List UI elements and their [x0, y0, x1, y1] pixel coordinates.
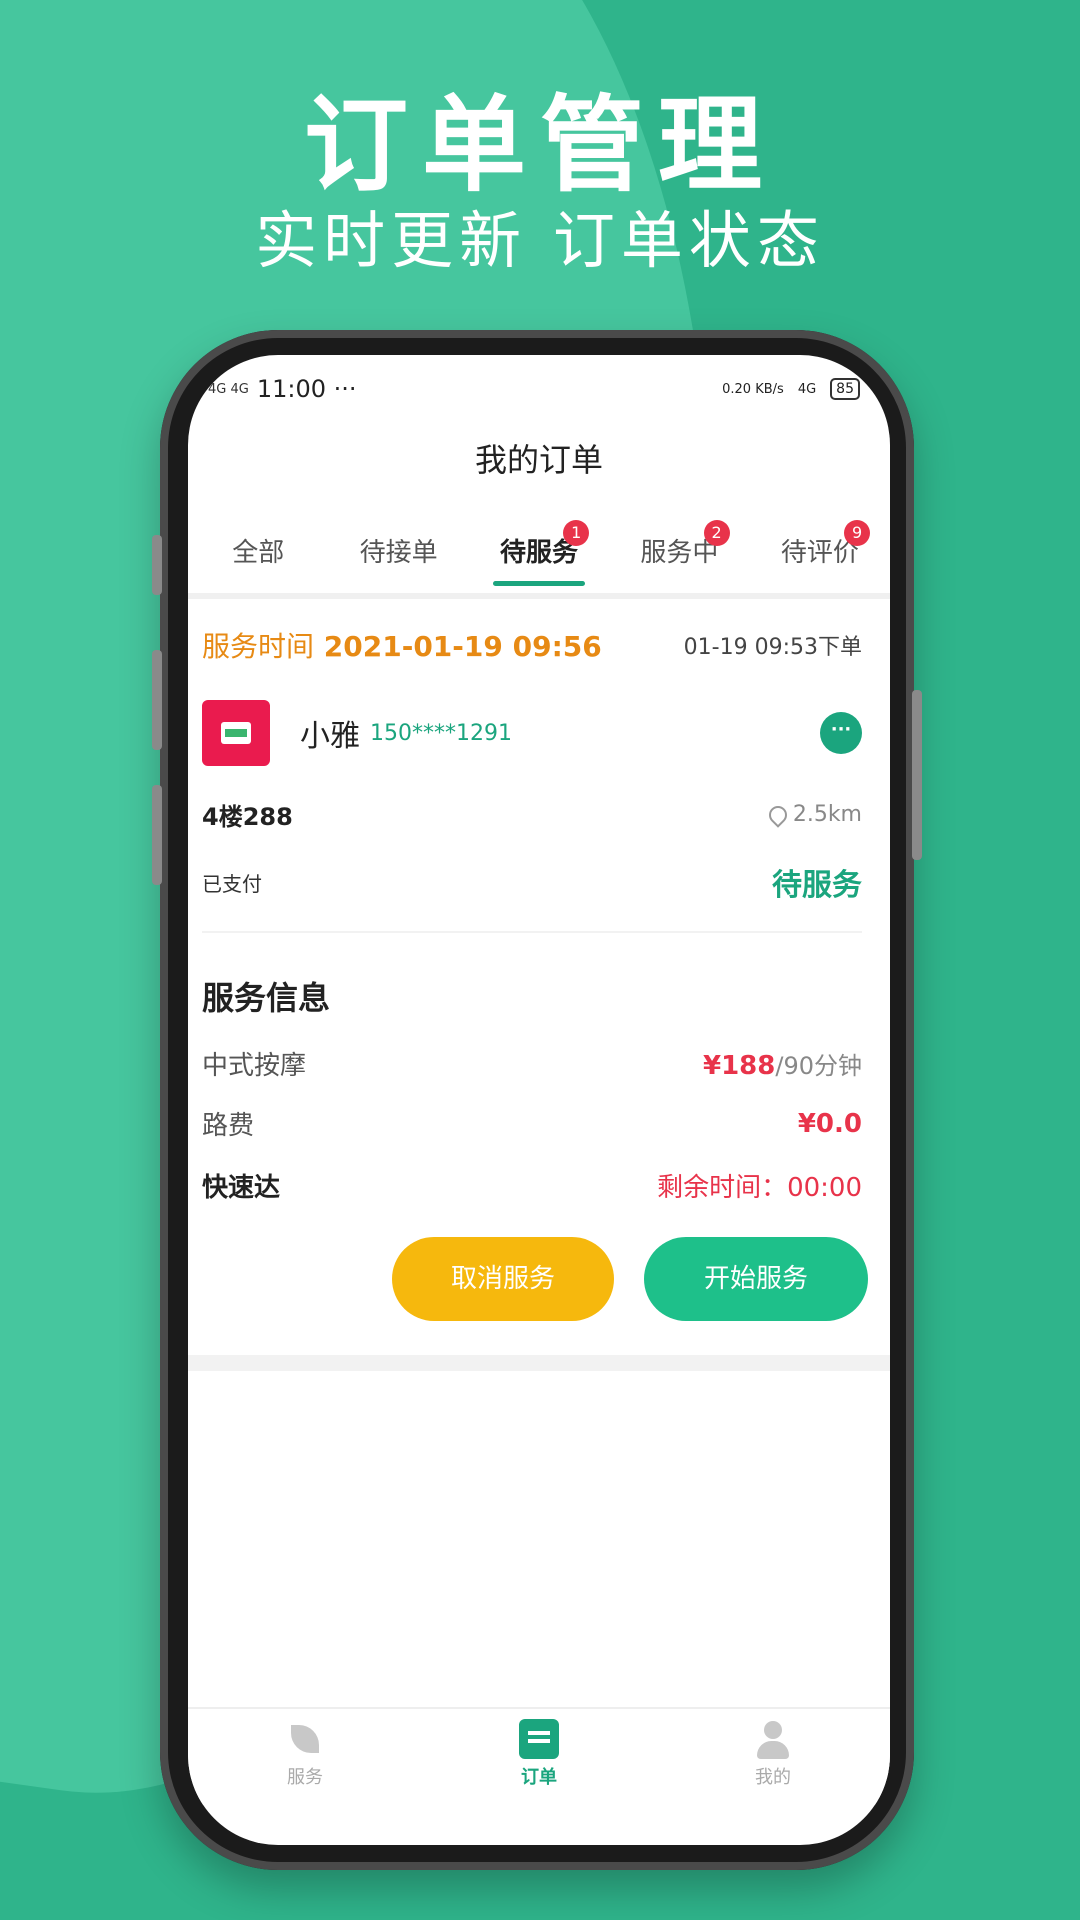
customer-phone[interactable]: 150****1291 — [370, 721, 512, 746]
phone-screen: 4G 4G 11:00 ··· 0.20 KB/s 4G 85 我的订单 全部 … — [188, 355, 890, 1845]
action-buttons: 取消服务 开始服务 — [188, 1237, 890, 1327]
order-tabs: 全部 待接单 待服务 1 服务中 2 待评价 9 — [188, 520, 890, 590]
bottom-nav: 服务 订单 我的 — [188, 1707, 890, 1805]
order-status: 待服务 — [772, 868, 862, 903]
battery-icon: 85 — [830, 378, 860, 400]
start-service-button[interactable]: 开始服务 — [644, 1237, 868, 1321]
nav-label: 订单 — [521, 1767, 557, 1788]
nav-item-service[interactable]: 服务 — [188, 1709, 422, 1805]
tab-pending-accept[interactable]: 待接单 — [328, 520, 468, 590]
tab-all[interactable]: 全部 — [188, 520, 328, 590]
order-placed-time: 01-19 09:53下单 — [683, 635, 862, 660]
tab-badge: 9 — [844, 520, 871, 546]
network-type: 4G — [797, 381, 817, 397]
express-label: 快速达 — [202, 1173, 281, 1203]
express-row: 快速达 剩余时间：00:00 — [202, 1167, 862, 1204]
phone-volume-down-button — [152, 785, 162, 885]
price-unit: /90分钟 — [775, 1052, 862, 1080]
page-title: 我的订单 — [474, 441, 603, 479]
distance-value: 2.5km — [792, 802, 862, 827]
nav-label: 服务 — [287, 1767, 323, 1788]
service-time-value: 2021-01-19 09:56 — [323, 630, 602, 663]
service-info-title: 服务信息 — [202, 979, 331, 1017]
order-card[interactable]: 服务时间 2021-01-19 09:56 01-19 09:53下单 小雅 1… — [188, 605, 890, 1215]
status-right: 0.20 KB/s 4G 85 — [722, 378, 860, 400]
tab-label: 待评价 — [780, 538, 859, 568]
tab-divider — [188, 593, 890, 599]
service-time-label: 服务时间 — [202, 630, 315, 663]
cancel-service-button[interactable]: 取消服务 — [392, 1237, 614, 1321]
tab-label: 服务中 — [640, 538, 719, 568]
promo-subtitle: 实时更新 订单状态 — [255, 204, 825, 277]
tab-label: 全部 — [232, 538, 285, 568]
active-tab-indicator — [493, 581, 586, 586]
service-time: 服务时间 2021-01-19 09:56 — [202, 625, 602, 665]
location-pin-icon — [765, 801, 791, 828]
phone-side-button — [152, 535, 162, 595]
remaining-time: 剩余时间：00:00 — [657, 1173, 862, 1203]
service-item-row: 中式按摩 ¥188/90分钟 — [202, 1045, 862, 1082]
payment-row: 已支付 待服务 — [202, 860, 862, 904]
service-price: ¥188/90分钟 — [703, 1046, 862, 1081]
avatar — [202, 700, 270, 766]
status-time: 11:00 ··· — [256, 375, 357, 403]
section-divider — [188, 1355, 890, 1371]
customer-name: 小雅 — [300, 719, 360, 754]
phone-power-button — [912, 690, 922, 860]
travel-fee-value: ¥0.0 — [797, 1108, 862, 1139]
tab-badge: 2 — [703, 520, 730, 546]
tab-in-service[interactable]: 服务中 2 — [609, 520, 749, 590]
signal-icon: 4G 4G — [208, 381, 249, 397]
address-row: 4楼288 2.5km — [202, 797, 862, 832]
network-speed: 0.20 KB/s — [722, 381, 784, 397]
address: 4楼288 — [202, 803, 293, 831]
tab-pending-review[interactable]: 待评价 9 — [750, 520, 890, 590]
promo-title: 订单管理 — [303, 84, 776, 206]
phone-volume-up-button — [152, 650, 162, 750]
nav-label: 我的 — [755, 1767, 791, 1788]
nav-item-orders[interactable]: 订单 — [422, 1709, 656, 1805]
chat-icon[interactable]: ··· — [820, 712, 862, 754]
service-name: 中式按摩 — [202, 1051, 307, 1081]
divider — [202, 931, 862, 933]
status-bar: 4G 4G 11:00 ··· 0.20 KB/s 4G 85 — [208, 369, 860, 409]
tab-pending-service[interactable]: 待服务 1 — [469, 520, 609, 590]
price-value: ¥188 — [703, 1051, 776, 1081]
order-icon — [519, 1719, 559, 1759]
payment-status: 已支付 — [202, 871, 262, 896]
travel-fee-label: 路费 — [202, 1111, 255, 1141]
user-icon — [753, 1719, 793, 1759]
leaf-icon — [285, 1719, 325, 1759]
avatar-image — [221, 722, 251, 744]
tab-badge: 1 — [563, 520, 590, 546]
distance: 2.5km — [765, 801, 862, 828]
service-time-row: 服务时间 2021-01-19 09:56 01-19 09:53下单 — [202, 625, 862, 665]
customer-row: 小雅 150****1291 ··· — [202, 700, 862, 766]
travel-fee-row: 路费 ¥0.0 — [202, 1105, 862, 1142]
tab-label: 待接单 — [359, 538, 438, 568]
nav-item-profile[interactable]: 我的 — [656, 1709, 890, 1805]
status-left: 4G 4G 11:00 ··· — [208, 375, 357, 403]
